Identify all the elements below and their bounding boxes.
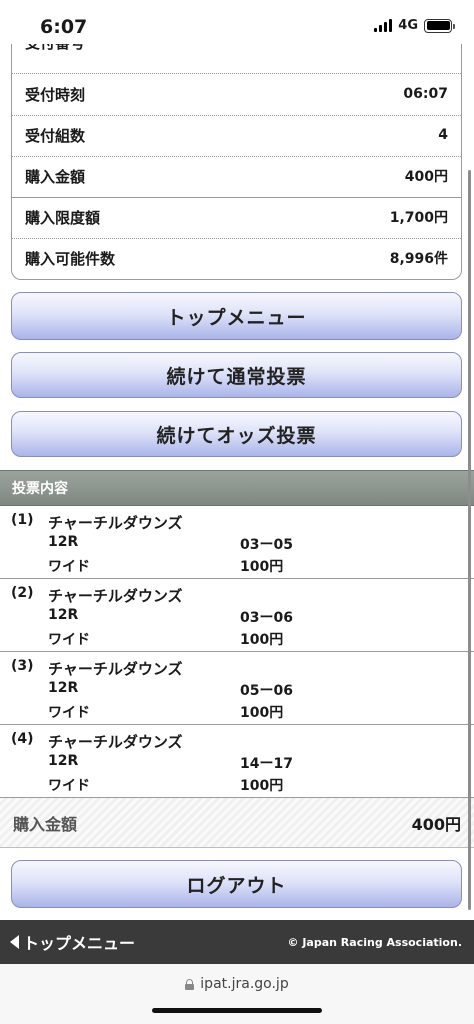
bet-venue: チャーチルダウンズ	[48, 587, 183, 605]
footer-bar: トップメニュー © Japan Racing Association.	[0, 920, 474, 964]
total-label: 購入金額	[13, 814, 78, 834]
receipt-row-number: 受付番号 0013	[12, 44, 461, 66]
status-indicators: 4G	[374, 18, 455, 33]
bet-type: ワイド	[48, 559, 90, 575]
bet-venue: チャーチルダウンズ	[48, 733, 183, 751]
bet-number: (4)	[11, 731, 34, 747]
bet-combination: 05ー06	[240, 683, 293, 699]
status-bar: 6:07 4G	[0, 0, 474, 50]
bet-type: ワイド	[48, 705, 90, 721]
receipt-row-amount: 購入金額 400円	[12, 156, 461, 196]
receipt-value: 400円	[404, 169, 448, 185]
receipt-summary: 受付番号 0013 受付時刻 06:07 受付組数 4 購入金額 400円 購入…	[11, 44, 462, 280]
receipt-label: 受付組数	[25, 126, 86, 145]
bet-venue: チャーチルダウンズ	[48, 514, 183, 532]
status-time: 6:07	[40, 16, 88, 38]
bet-venue: チャーチルダウンズ	[48, 660, 183, 678]
receipt-label: 受付時刻	[25, 85, 86, 104]
bet-type: ワイド	[48, 778, 90, 794]
scrollbar[interactable]	[468, 170, 471, 910]
receipt-row-time: 受付時刻 06:07	[12, 74, 461, 114]
footer-top-menu-label: トップメニュー	[23, 934, 136, 953]
bet-amount: 100円	[240, 559, 284, 575]
total-amount-row: 購入金額 400円	[0, 798, 474, 848]
home-indicator[interactable]	[152, 1008, 322, 1013]
bet-number: (3)	[11, 658, 34, 674]
bet-race: 12R	[48, 753, 79, 769]
receipt-label: 購入金額	[25, 167, 86, 186]
url-text: ipat.jra.go.jp	[200, 976, 289, 992]
bet-combination: 03ー05	[240, 537, 293, 553]
bet-item: (1) チャーチルダウンズ 12R 03ー05 ワイド 100円	[0, 506, 474, 579]
bet-combination: 14ー17	[240, 756, 293, 772]
top-menu-button[interactable]: トップメニュー	[11, 292, 462, 340]
bet-type: ワイド	[48, 632, 90, 648]
bet-number: (1)	[11, 512, 34, 528]
bet-item: (2) チャーチルダウンズ 12R 03ー06 ワイド 100円	[0, 579, 474, 652]
url-display[interactable]: ipat.jra.go.jp	[0, 976, 474, 992]
bet-combination: 03ー06	[240, 610, 293, 626]
bet-race: 12R	[48, 607, 79, 623]
signal-icon	[374, 19, 393, 32]
receipt-value: 8,996件	[389, 251, 448, 267]
bet-amount: 100円	[240, 705, 284, 721]
receipt-row-count: 受付組数 4	[12, 115, 461, 155]
continue-normal-vote-button[interactable]: 続けて通常投票	[11, 352, 462, 398]
logout-button[interactable]: ログアウト	[11, 860, 462, 908]
browser-url-bar[interactable]: ipat.jra.go.jp	[0, 964, 474, 1024]
receipt-value: 06:07	[403, 86, 448, 102]
lock-icon	[185, 978, 195, 990]
receipt-label: 購入可能件数	[25, 249, 116, 268]
battery-icon	[424, 18, 455, 33]
copyright: © Japan Racing Association.	[287, 935, 463, 949]
bet-amount: 100円	[240, 778, 284, 794]
total-value: 400円	[411, 814, 461, 834]
receipt-value: 1,700円	[389, 210, 448, 226]
section-header: 投票内容	[0, 470, 474, 506]
bet-amount: 100円	[240, 632, 284, 648]
network-type: 4G	[398, 18, 418, 33]
bet-item: (3) チャーチルダウンズ 12R 05ー06 ワイド 100円	[0, 652, 474, 725]
receipt-value: 0013	[409, 44, 448, 48]
bet-number: (2)	[11, 585, 34, 601]
bet-race: 12R	[48, 680, 79, 696]
bet-item: (4) チャーチルダウンズ 12R 14ー17 ワイド 100円	[0, 725, 474, 798]
receipt-value: 4	[438, 127, 448, 143]
continue-odds-vote-button[interactable]: 続けてオッズ投票	[11, 411, 462, 457]
receipt-label: 購入限度額	[25, 208, 101, 227]
receipt-row-limit: 購入限度額 1,700円	[12, 197, 461, 237]
receipt-label: 受付番号	[25, 44, 85, 53]
receipt-row-available: 購入可能件数 8,996件	[12, 238, 461, 278]
footer-top-menu-link[interactable]: トップメニュー	[10, 930, 135, 954]
bet-race: 12R	[48, 534, 79, 550]
back-arrow-icon	[10, 935, 19, 949]
